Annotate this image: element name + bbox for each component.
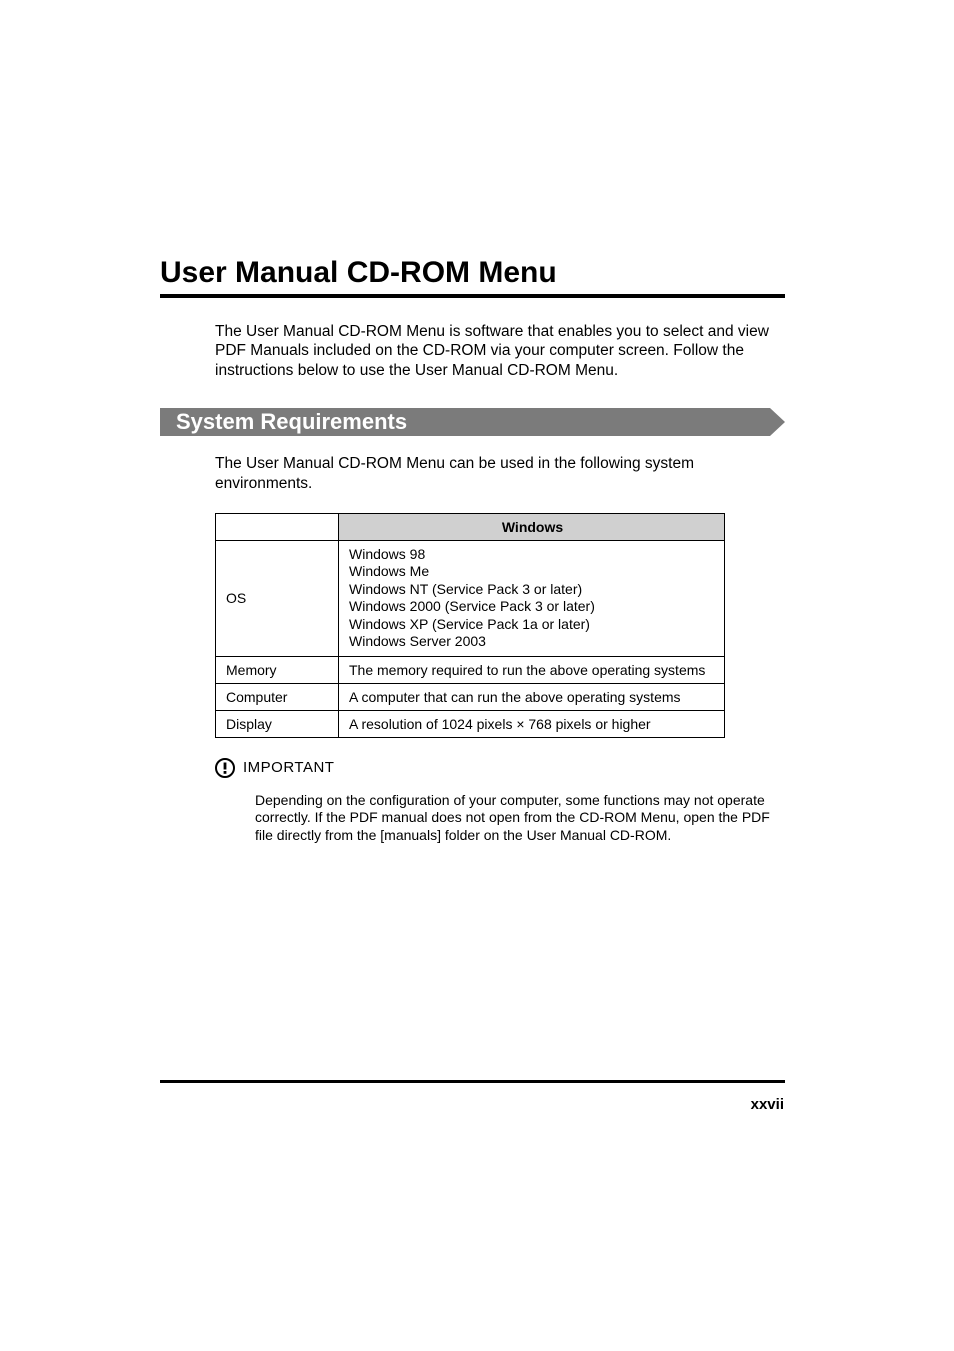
- intro-paragraph: The User Manual CD-ROM Menu is software …: [215, 322, 785, 380]
- table-row: Display A resolution of 1024 pixels × 76…: [216, 710, 725, 737]
- section-header-bar: System Requirements: [160, 408, 785, 436]
- row-label-display: Display: [216, 710, 339, 737]
- important-text: Depending on the configuration of your c…: [255, 792, 780, 845]
- table-row: Memory The memory required to run the ab…: [216, 656, 725, 683]
- title-rule: [160, 294, 785, 298]
- row-value-memory: The memory required to run the above ope…: [339, 656, 725, 683]
- table-column-header: Windows: [339, 513, 725, 540]
- section-intro: The User Manual CD-ROM Menu can be used …: [215, 454, 785, 493]
- table-row: OS Windows 98 Windows Me Windows NT (Ser…: [216, 540, 725, 656]
- table-row: Computer A computer that can run the abo…: [216, 683, 725, 710]
- row-value-display: A resolution of 1024 pixels × 768 pixels…: [339, 710, 725, 737]
- row-value-os: Windows 98 Windows Me Windows NT (Servic…: [339, 540, 725, 656]
- row-label-memory: Memory: [216, 656, 339, 683]
- row-label-computer: Computer: [216, 683, 339, 710]
- page-title: User Manual CD-ROM Menu: [160, 256, 785, 290]
- requirements-table: Windows OS Windows 98 Windows Me Windows…: [215, 513, 725, 738]
- important-note: IMPORTANT Depending on the configuration…: [215, 758, 785, 845]
- row-value-computer: A computer that can run the above operat…: [339, 683, 725, 710]
- table-corner-cell: [216, 513, 339, 540]
- important-icon: [215, 758, 235, 778]
- section-title: System Requirements: [176, 408, 407, 436]
- footer-rule: [160, 1080, 785, 1083]
- row-label-os: OS: [216, 540, 339, 656]
- important-label: IMPORTANT: [243, 759, 334, 776]
- page-number: xxvii: [751, 1096, 784, 1113]
